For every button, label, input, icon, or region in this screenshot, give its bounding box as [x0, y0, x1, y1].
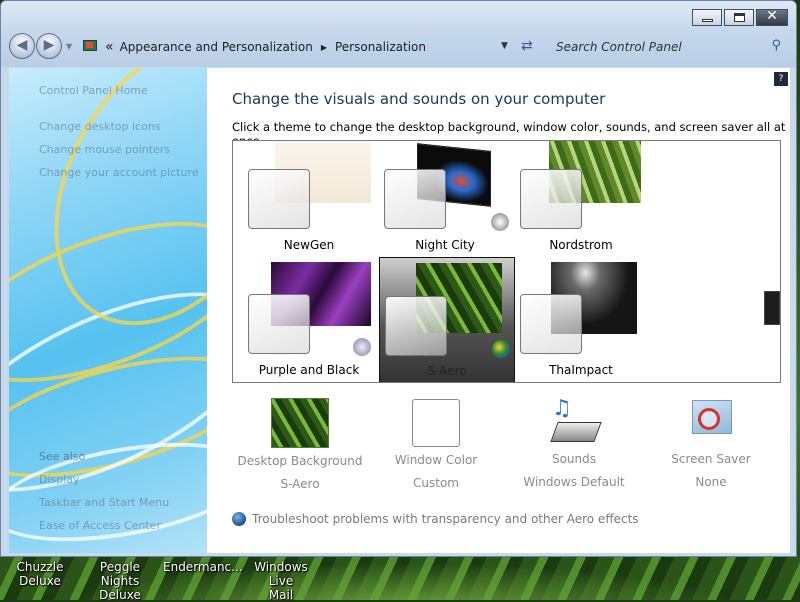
- theme-list[interactable]: NewGen Night City Nordstrom Purple and B…: [232, 140, 781, 383]
- control-panel-home-link[interactable]: Control Panel Home: [39, 84, 148, 97]
- screen-saver-label: Screen Saver: [671, 452, 751, 466]
- forward-arrow-icon: ▶: [43, 37, 55, 53]
- window-color-label: Window Color: [394, 453, 478, 467]
- display-link[interactable]: Display: [39, 473, 80, 486]
- desktop-icon-peggle[interactable]: Peggle Nights Deluxe: [80, 560, 160, 602]
- theme-newgen[interactable]: NewGen: [241, 141, 377, 267]
- help-icon[interactable]: ?: [774, 72, 788, 86]
- control-panel-icon: [83, 40, 99, 54]
- theme-s-aero[interactable]: S-Aero: [379, 257, 515, 382]
- theme-thaimpact[interactable]: ThaImpact: [513, 258, 649, 382]
- close-icon: ✕: [766, 8, 778, 24]
- back-button[interactable]: ◀: [9, 33, 35, 59]
- desktop-background-setting[interactable]: Desktop Background S-Aero: [235, 398, 365, 491]
- navigation-buttons: ◀ ▶ ▼: [9, 33, 72, 59]
- theme-newgen-label: NewGen: [283, 238, 335, 252]
- theme-purple-and-black[interactable]: Purple and Black: [241, 258, 377, 382]
- maximize-button[interactable]: [724, 9, 754, 26]
- title-bar[interactable]: ✕ ◀ ▶ ▼ « Appearance and Personalization…: [1, 1, 796, 67]
- back-arrow-icon: ◀: [16, 37, 28, 53]
- theme-nordstrom-label: Nordstrom: [549, 238, 613, 252]
- troubleshoot-link[interactable]: Troubleshoot problems with transparency …: [232, 512, 639, 526]
- theme-nordstrom[interactable]: Nordstrom: [513, 141, 649, 267]
- ease-of-access-link[interactable]: Ease of Access Center: [39, 519, 161, 532]
- change-mouse-pointers-link[interactable]: Change mouse pointers: [39, 143, 170, 156]
- maximize-icon: [734, 13, 745, 22]
- screen-saver-none-icon: [686, 398, 736, 446]
- close-button[interactable]: ✕: [756, 8, 788, 26]
- theme-s-aero-glass: [385, 296, 447, 356]
- sounds-value: Windows Default: [523, 475, 625, 489]
- taskbar-start-menu-link[interactable]: Taskbar and Start Menu: [39, 496, 169, 509]
- recent-pages-dropdown[interactable]: ▼: [66, 42, 72, 51]
- theme-list-scrollbar[interactable]: [764, 291, 780, 325]
- minimize-icon: [702, 19, 713, 22]
- desktop-icon-peggle-line1: Peggle Nights: [99, 560, 141, 588]
- theme-thaimpact-label: ThaImpact: [549, 363, 613, 377]
- forward-button[interactable]: ▶: [36, 33, 62, 59]
- task-pane: Control Panel Home Change desktop icons …: [9, 68, 207, 553]
- change-account-picture-link[interactable]: Change your account picture: [39, 166, 199, 179]
- change-desktop-icons-link[interactable]: Change desktop icons: [39, 120, 161, 133]
- breadcrumb-personalization[interactable]: Personalization: [335, 40, 426, 54]
- theme-nordstrom-glass: [520, 169, 582, 229]
- search-box[interactable]: Search Control Panel ⚲: [549, 35, 789, 59]
- caption-buttons: ✕: [690, 8, 788, 26]
- globe-icon: [232, 512, 246, 526]
- troubleshoot-label: Troubleshoot problems with transparency …: [252, 512, 639, 526]
- skull-badge-icon: [353, 338, 371, 356]
- theme-purple-glass: [248, 294, 310, 354]
- breadcrumb-separator-icon[interactable]: ▶: [321, 43, 327, 52]
- desktop-icon-windows-live-mail[interactable]: Windows Live Mail: [242, 560, 320, 602]
- minimize-button[interactable]: [692, 9, 722, 26]
- search-icon[interactable]: ⚲: [771, 38, 781, 53]
- address-bar[interactable]: « Appearance and Personalization ▶ Perso…: [77, 35, 517, 59]
- theme-s-aero-label: S-Aero: [427, 364, 467, 378]
- screen-saver-setting[interactable]: Screen Saver None: [646, 398, 776, 489]
- control-panel-window: ✕ ◀ ▶ ▼ « Appearance and Personalization…: [0, 0, 797, 557]
- theme-purple-label: Purple and Black: [258, 363, 360, 377]
- desktop-icon-chuzzle-line1: Chuzzle: [16, 560, 64, 574]
- theme-newgen-glass: [248, 169, 310, 229]
- sounds-setting[interactable]: ♫ Sounds Windows Default: [509, 396, 639, 489]
- see-also-heading: See also: [39, 450, 86, 463]
- desktop-background-value: S-Aero: [280, 477, 320, 491]
- desktop-background-label: Desktop Background: [237, 454, 363, 468]
- breadcrumb-appearance[interactable]: Appearance and Personalization: [120, 40, 313, 54]
- search-input[interactable]: Search Control Panel: [556, 40, 682, 54]
- breadcrumb-overflow[interactable]: «: [105, 39, 114, 55]
- window-color-value: Custom: [413, 476, 459, 490]
- leaves-thumbnail: [271, 398, 329, 448]
- theme-settings-row: Desktop Background S-Aero Window Color C…: [232, 396, 781, 498]
- window-color-setting[interactable]: Window Color Custom: [371, 398, 501, 490]
- theme-thaimpact-glass: [520, 294, 582, 354]
- desktop-icon-endermanch[interactable]: Endermanc...: [163, 560, 243, 574]
- skull-badge-icon: [491, 213, 509, 231]
- refresh-icon[interactable]: ⇄: [521, 38, 533, 54]
- desktop-icon-endermanch-line1: Endermanc...: [163, 560, 243, 574]
- screen-saver-value: None: [695, 475, 727, 489]
- theme-night-city-label: Night City: [415, 238, 475, 252]
- address-dropdown-icon[interactable]: ▼: [501, 41, 508, 51]
- page-title: Change the visuals and sounds on your co…: [232, 90, 606, 108]
- music-notes-icon: ♫: [548, 396, 602, 446]
- theme-night-city[interactable]: Night City: [377, 141, 513, 267]
- theme-night-city-glass: [384, 169, 446, 229]
- desktop-icon-chuzzle-line2: Deluxe: [19, 574, 61, 588]
- sounds-label: Sounds: [551, 452, 597, 466]
- color-swatch: [412, 399, 460, 447]
- desktop-icon-chuzzle[interactable]: Chuzzle Deluxe: [10, 560, 70, 588]
- windows-logo-icon: [492, 340, 510, 358]
- main-content: ? Change the visuals and sounds on your …: [207, 68, 790, 553]
- desktop-icon-wlm-line1: Windows Live: [254, 560, 308, 588]
